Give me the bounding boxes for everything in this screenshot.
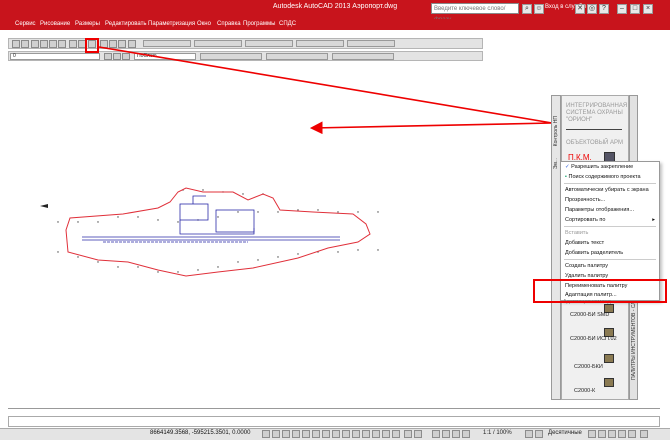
palette-title-line2: СИСТЕМА ОХРАНЫ	[566, 110, 623, 116]
menu-item-add-text[interactable]: Добавить текст	[565, 238, 657, 248]
palette-divider	[566, 129, 622, 130]
3d-osnap-icon[interactable]	[322, 430, 330, 438]
menu-item-search-content[interactable]: ▪ Поиск содержимого проекта	[565, 172, 657, 182]
menu-separator	[564, 183, 656, 184]
palette-section-label: ОБЪЕКТОВЫЙ АРМ	[566, 140, 623, 146]
menu-item-sort-by[interactable]: Сортировать по ▸	[565, 215, 657, 225]
snap-icon[interactable]	[272, 430, 280, 438]
menu-item-paste: Вставить	[565, 230, 589, 236]
transparency-icon[interactable]	[372, 430, 380, 438]
menu-item-autohide[interactable]: Автоматически убирать с экрана	[565, 185, 657, 195]
selection-cycling-icon[interactable]	[392, 430, 400, 438]
model-space-icon[interactable]	[404, 430, 412, 438]
hardware-acceleration-icon[interactable]	[608, 430, 616, 438]
device-icon[interactable]	[604, 354, 614, 363]
menu-item-allow-docking[interactable]: ✓ Разрешить закрепление	[565, 162, 657, 172]
quick-view-icon[interactable]	[414, 430, 422, 438]
clean-screen-icon[interactable]	[640, 430, 648, 438]
palette-title-line3: "ОРИОН"	[566, 117, 593, 123]
lock-icon[interactable]	[598, 430, 606, 438]
osnap-icon[interactable]	[312, 430, 320, 438]
command-line[interactable]	[8, 416, 660, 427]
quick-properties-icon[interactable]	[382, 430, 390, 438]
device-label[interactable]: С2000-БИ SMD	[570, 312, 609, 318]
status-menu-icon[interactable]	[628, 430, 636, 438]
steering-wheel-icon[interactable]	[452, 430, 460, 438]
grid-icon[interactable]	[282, 430, 290, 438]
otrack-icon[interactable]	[332, 430, 340, 438]
autoscale-icon[interactable]	[535, 430, 543, 438]
workspace-switch-icon[interactable]	[588, 430, 596, 438]
showmotion-icon[interactable]	[462, 430, 470, 438]
infer-constraints-icon[interactable]	[262, 430, 270, 438]
menu-item-view-options[interactable]: Параметры отображения...	[565, 205, 657, 215]
menu-item-new-palette[interactable]: Создать палитру	[565, 261, 657, 271]
menu-item-transparency[interactable]: Прозрачность...	[565, 195, 657, 205]
units-dropdown[interactable]: Десятичные	[548, 430, 582, 436]
annotation-scale[interactable]: 1:1 / 100%	[483, 430, 512, 436]
palette-vertical-title: ПАЛИТРЫ ИНСТРУМЕНТОВ - СЛАБО	[631, 291, 637, 381]
ortho-icon[interactable]	[292, 430, 300, 438]
zoom-status-icon[interactable]	[442, 430, 450, 438]
annotation-visibility-icon[interactable]	[525, 430, 533, 438]
ducs-icon[interactable]	[342, 430, 350, 438]
menu-separator	[564, 226, 656, 227]
highlight-customize-palettes	[533, 279, 667, 303]
coordinates-readout: 8664149.3568, -595215.3501, 0.0000	[150, 430, 251, 436]
command-history-line	[8, 408, 660, 409]
device-label[interactable]: С2000-К	[574, 388, 595, 394]
palette-tab-1[interactable]: Контроль НП	[553, 116, 559, 146]
chevron-right-icon: ▸	[652, 217, 655, 223]
dyn-icon[interactable]	[352, 430, 360, 438]
pan-status-icon[interactable]	[432, 430, 440, 438]
palette-tab-2[interactable]: Эм...	[553, 158, 559, 169]
lineweight-icon[interactable]	[362, 430, 370, 438]
device-label[interactable]: С2000-БКИ	[574, 364, 603, 370]
device-icon[interactable]	[604, 378, 614, 387]
polar-icon[interactable]	[302, 430, 310, 438]
menu-item-add-separator[interactable]: Добавить разделитель	[565, 248, 657, 258]
isolate-objects-icon[interactable]	[618, 430, 626, 438]
device-label[interactable]: С2000-БИ ИСП.02	[570, 336, 617, 342]
palette-title-line1: ИНТЕГРИРОВАННАЯ	[566, 103, 628, 109]
menu-separator	[564, 259, 656, 260]
